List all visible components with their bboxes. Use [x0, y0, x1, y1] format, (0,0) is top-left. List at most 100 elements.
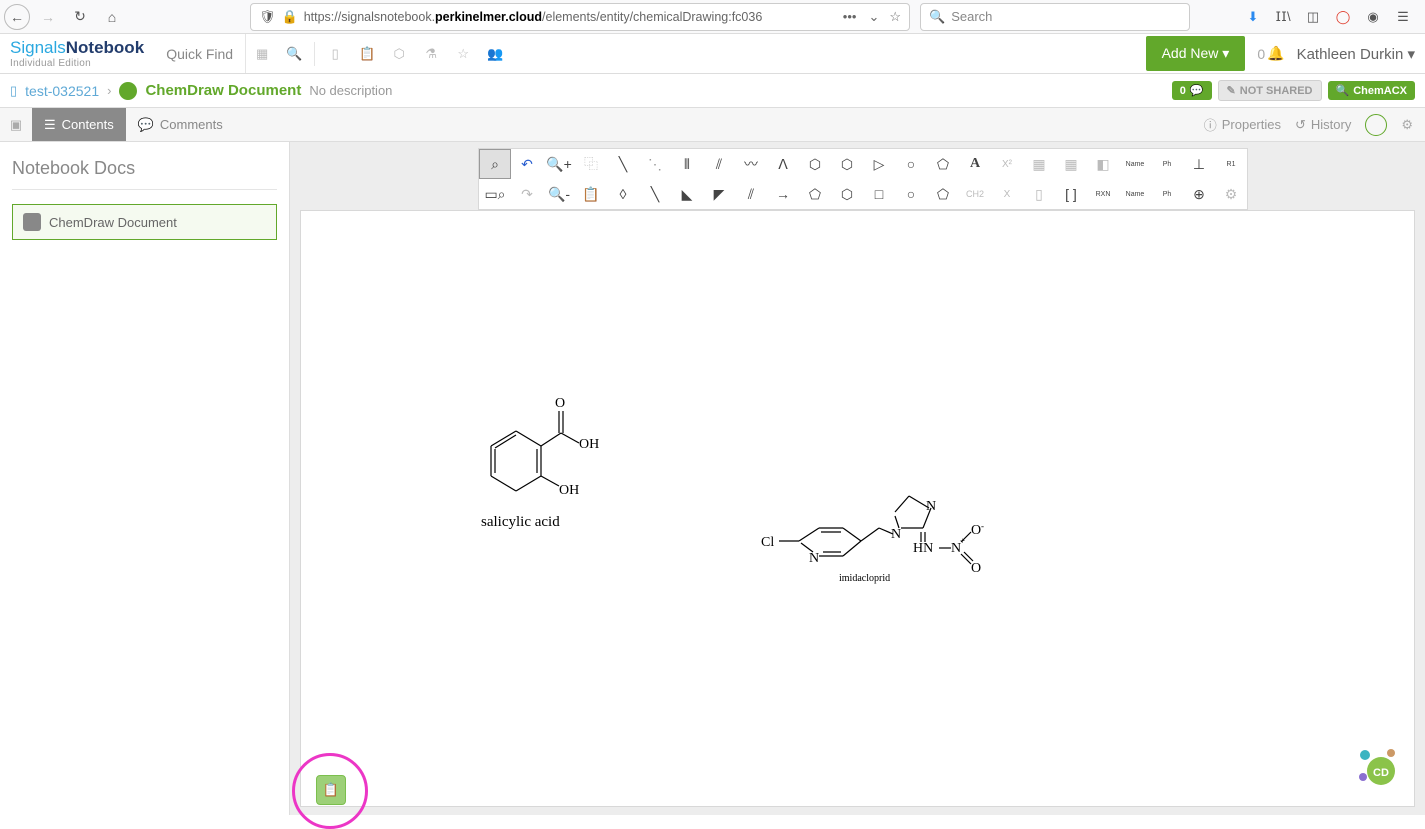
forward-button[interactable]: →: [34, 3, 62, 31]
tool-hexagon[interactable]: ⬡: [831, 149, 863, 179]
tool-pentagon[interactable]: ⬠: [799, 179, 831, 209]
tool-square[interactable]: □: [863, 179, 895, 209]
list-icon: ☰: [44, 117, 56, 133]
tool-phenyl[interactable]: Ph: [1151, 149, 1183, 179]
tool-bond-single[interactable]: ╲: [607, 149, 639, 179]
home-button[interactable]: ⌂: [98, 3, 126, 31]
tool-template1[interactable]: ▦: [1023, 149, 1055, 179]
atom-icon[interactable]: ⬡: [383, 34, 415, 73]
tool-superscript[interactable]: X²: [991, 149, 1023, 179]
notebook-icon[interactable]: ▯: [319, 34, 351, 73]
tool-rxn[interactable]: RXN: [1087, 179, 1119, 209]
doc-icon: [23, 213, 41, 231]
page-actions-icon[interactable]: •••: [843, 9, 857, 24]
tool-plus[interactable]: ⊕: [1183, 179, 1215, 209]
tool-wavy[interactable]: 〰: [735, 149, 767, 179]
status-icon[interactable]: [1365, 114, 1387, 136]
tool-bond-wedge2[interactable]: ◤: [703, 179, 735, 209]
share-status-pill[interactable]: ✎ NOT SHARED: [1218, 80, 1322, 101]
tool-cyclohex-chair[interactable]: ⬠: [927, 149, 959, 179]
tool-redo[interactable]: ↷: [511, 179, 543, 209]
tool-template2[interactable]: ▦: [1055, 149, 1087, 179]
tool-cyclohex-chair2[interactable]: ⬠: [927, 179, 959, 209]
tool-text[interactable]: A: [959, 149, 991, 179]
reload-button[interactable]: ↻: [66, 3, 94, 31]
tool-benzene[interactable]: ⬡: [799, 149, 831, 179]
tool-bond-hash[interactable]: ⫴: [671, 149, 703, 179]
tool-x[interactable]: X: [991, 179, 1023, 209]
quick-find-button[interactable]: Quick Find: [154, 34, 246, 73]
tool-bond-dashed[interactable]: ⋱: [639, 149, 671, 179]
tool-rgroup[interactable]: R1: [1215, 149, 1247, 179]
bookmark-icon[interactable]: ☆: [889, 9, 901, 25]
tool-template3[interactable]: ◧: [1087, 149, 1119, 179]
breadcrumb-title[interactable]: ChemDraw Document: [145, 82, 301, 99]
browser-search[interactable]: 🔍 Search: [920, 3, 1190, 31]
breadcrumb-sep: ›: [107, 83, 111, 98]
tool-circle2[interactable]: ○: [895, 179, 927, 209]
chemdraw-canvas[interactable]: O OH OH salicylic acid: [300, 210, 1415, 807]
flask-icon[interactable]: ⚗: [415, 34, 447, 73]
sidebar-doc-item[interactable]: ChemDraw Document: [12, 204, 277, 240]
tool-circle[interactable]: ○: [895, 149, 927, 179]
search-placeholder: Search: [951, 9, 992, 24]
back-button[interactable]: ←: [4, 4, 30, 30]
users-icon[interactable]: 👥: [479, 34, 511, 73]
breadcrumb-desc: No description: [309, 83, 392, 98]
search-app-icon[interactable]: 🔍: [278, 34, 310, 73]
tool-ch2[interactable]: CH2: [959, 179, 991, 209]
pocket-icon[interactable]: ⌄: [868, 9, 879, 25]
clipboard-icon[interactable]: 📋: [351, 34, 383, 73]
appbar-icons: ▦ 🔍 ▯ 📋 ⬡ ⚗ ☆ 👥: [246, 34, 511, 73]
tool-bond-bold[interactable]: ╲: [639, 179, 671, 209]
tool-brackets[interactable]: [ ]: [1055, 179, 1087, 209]
breadcrumb-parent[interactable]: test-032521: [25, 83, 99, 99]
tool-zoom-in[interactable]: 🔍+: [543, 149, 575, 179]
tool-bond-wedge[interactable]: ◣: [671, 179, 703, 209]
tool-gear[interactable]: ⚙: [1215, 179, 1247, 209]
extension-icon[interactable]: ◯: [1333, 7, 1353, 27]
tab-contents[interactable]: ☰Contents: [32, 108, 126, 141]
properties-button[interactable]: ⓘProperties: [1204, 115, 1281, 134]
tool-bond-hash2[interactable]: ⫽: [703, 149, 735, 179]
tool-eraser[interactable]: ◊: [607, 179, 639, 209]
url-bar[interactable]: 🛡 🔒 https://signalsnotebook.perkinelmer.…: [250, 3, 910, 31]
tool-paste[interactable]: 📋: [575, 179, 607, 209]
tool-marquee[interactable]: ▭⌕: [479, 179, 511, 209]
comment-count-pill[interactable]: 0 💬: [1172, 81, 1212, 100]
bell-icon: 🔔: [1267, 45, 1284, 62]
tool-copy[interactable]: ⿻: [575, 149, 607, 179]
tool-phenyl2[interactable]: Ph: [1151, 179, 1183, 209]
calendar-icon[interactable]: ▦: [246, 34, 278, 73]
tab-comments[interactable]: 💬Comments: [126, 108, 235, 141]
lock-icon: 🔒: [282, 9, 298, 25]
tool-triangle[interactable]: ▷: [863, 149, 895, 179]
tool-bracket[interactable]: ▯: [1023, 179, 1055, 209]
tool-arrow[interactable]: →: [767, 179, 799, 209]
tool-undo[interactable]: ↶: [511, 149, 543, 179]
molecule-salicylic-acid[interactable]: O OH OH: [471, 391, 611, 521]
app-logo[interactable]: SignalsNotebook Individual Edition: [0, 38, 154, 69]
user-menu[interactable]: Kathleen Durkin ▾: [1297, 45, 1415, 63]
tool-chain[interactable]: ᐱ: [767, 149, 799, 179]
tool-zoom-out[interactable]: 🔍-: [543, 179, 575, 209]
add-new-button[interactable]: Add New ▾: [1146, 36, 1246, 71]
tool-struct-name[interactable]: Name: [1119, 179, 1151, 209]
floating-clipboard-button[interactable]: 📋: [316, 775, 346, 805]
tool-lasso[interactable]: ⌕: [479, 149, 511, 179]
sidebar-icon[interactable]: ◫: [1303, 7, 1323, 27]
tool-name-struct[interactable]: Name: [1119, 149, 1151, 179]
tool-hexagon2[interactable]: ⬡: [831, 179, 863, 209]
star-icon[interactable]: ☆: [447, 34, 479, 73]
history-button[interactable]: ↺History: [1295, 117, 1351, 133]
settings-icon[interactable]: ⚙: [1401, 117, 1413, 133]
tool-stamp[interactable]: ⊥: [1183, 149, 1215, 179]
view-icon[interactable]: ▣: [0, 108, 32, 141]
chemacx-button[interactable]: 🔍 ChemACX: [1328, 81, 1416, 100]
library-icon[interactable]: 𝖨𝖨\: [1273, 7, 1293, 27]
menu-icon[interactable]: ☰: [1393, 7, 1413, 27]
notifications[interactable]: 0🔔: [1257, 45, 1284, 62]
tool-bond-double[interactable]: ⫽: [735, 179, 767, 209]
account-icon[interactable]: ◉: [1363, 7, 1383, 27]
download-icon[interactable]: ⬇: [1243, 7, 1263, 27]
